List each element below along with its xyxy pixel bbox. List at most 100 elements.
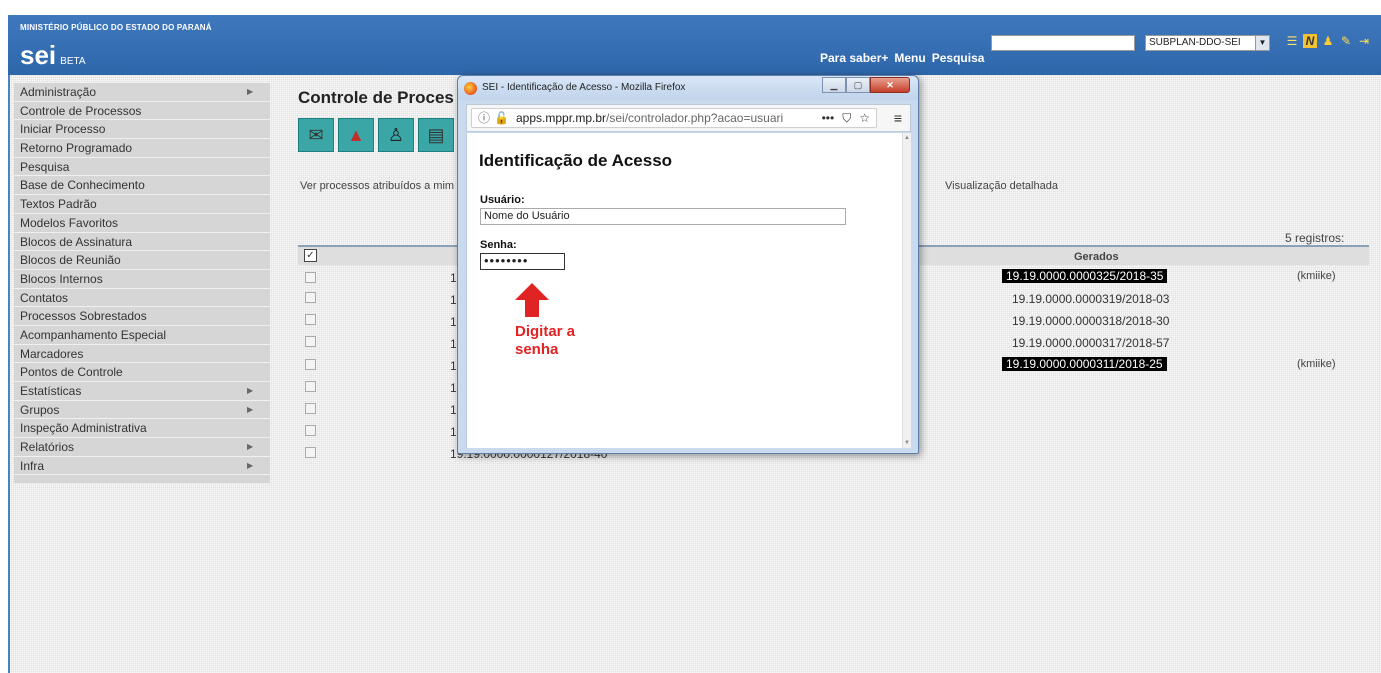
- sidebar-item-base-de-conhecimento[interactable]: Base de Conhecimento: [14, 176, 270, 196]
- sidebar-item-textos-padrao[interactable]: Textos Padrão: [14, 195, 270, 214]
- sidebar-item-iniciar-processo[interactable]: Iniciar Processo: [14, 120, 270, 140]
- org-name: MINISTÉRIO PÚBLICO DO ESTADO DO PARANÁ: [20, 23, 212, 32]
- sidebar-menu: Administração ▶ Controle de Processos Ini…: [14, 83, 270, 484]
- sidebar-item-label: Base de Conhecimento: [20, 178, 145, 193]
- pocket-icon[interactable]: ⛉: [842, 109, 851, 127]
- more-actions-icon[interactable]: •••: [822, 109, 835, 127]
- sidebar-item-retorno-programado[interactable]: Retorno Programado: [14, 139, 270, 158]
- sei-logo[interactable]: sei BETA: [20, 40, 86, 71]
- sidebar-item-label: Modelos Favoritos: [20, 215, 119, 230]
- sidebar-item-controle-de-processos[interactable]: Controle de Processos: [14, 102, 270, 121]
- sidebar-item-estatisticas[interactable]: Estatísticas ▶: [14, 382, 270, 401]
- nav-pesquisa[interactable]: Pesquisa: [932, 51, 985, 65]
- exit-icon[interactable]: ⇥: [1357, 34, 1371, 48]
- process-link[interactable]: 19.19.0000.0000319/2018-03: [1012, 292, 1169, 306]
- documents-button[interactable]: ▤: [418, 118, 454, 152]
- scroll-up-icon[interactable]: ▲: [904, 135, 910, 141]
- insecure-lock-icon[interactable]: 🔓: [494, 109, 509, 127]
- page-actions: ••• ⛉ ☆: [822, 109, 870, 127]
- user-icon[interactable]: ♟: [1321, 34, 1335, 48]
- ver-processos-link[interactable]: Ver processos atribuídos a mim: [300, 180, 454, 192]
- wrench-icon[interactable]: ✎: [1339, 34, 1353, 48]
- top-nav: Para saber+ Menu Pesquisa: [820, 51, 984, 65]
- sidebar-item-blocos-de-reuniao[interactable]: Blocos de Reunião: [14, 251, 270, 270]
- sidebar-item-modelos-favoritos[interactable]: Modelos Favoritos: [14, 214, 270, 233]
- maximize-button[interactable]: ▢: [846, 77, 870, 93]
- row-checkbox[interactable]: [305, 336, 316, 347]
- password-label: Senha:: [480, 239, 517, 251]
- sidebar-item-label: Pontos de Controle: [20, 365, 123, 380]
- process-link[interactable]: 19.19.0000.0000311/2018-25: [1002, 357, 1167, 371]
- new-document-button[interactable]: ✉: [298, 118, 334, 152]
- sidebar-item-relatorios[interactable]: Relatórios ▶: [14, 438, 270, 457]
- unit-select[interactable]: SUBPLAN-DDO-SEI ▼: [1145, 35, 1270, 51]
- sidebar-item-label: Blocos Internos: [20, 271, 103, 286]
- sidebar-item-label: Infra: [20, 458, 45, 473]
- dialog-heading: Identificação de Acesso: [479, 151, 673, 170]
- scroll-down-icon[interactable]: ▼: [904, 440, 910, 446]
- search-input[interactable]: [991, 35, 1135, 51]
- sidebar-item-blocos-de-assinatura[interactable]: Blocos de Assinatura: [14, 233, 270, 252]
- sidebar-item-label: Contatos: [20, 290, 69, 305]
- sidebar-item-processos-sobrestados[interactable]: Processos Sobrestados: [14, 307, 270, 326]
- select-all-checkbox[interactable]: ✓: [304, 249, 317, 262]
- row-checkbox[interactable]: [305, 292, 316, 303]
- minimize-button[interactable]: ▁: [822, 77, 846, 93]
- nav-para-saber[interactable]: Para saber+: [820, 51, 888, 65]
- hamburger-menu-icon[interactable]: ≡: [894, 110, 902, 126]
- list-icon[interactable]: ☰: [1285, 34, 1299, 48]
- close-button[interactable]: ✕: [870, 77, 910, 93]
- sidebar-item-inspecao-administrativa[interactable]: Inspeção Administrativa: [14, 419, 270, 439]
- firefox-icon: [464, 82, 477, 95]
- chevron-down-icon[interactable]: ▼: [1255, 36, 1269, 50]
- sidebar-item-blocos-internos[interactable]: Blocos Internos: [14, 270, 270, 289]
- info-icon[interactable]: ⓘ: [478, 109, 490, 127]
- sidebar-item-acompanhamento-especial[interactable]: Acompanhamento Especial: [14, 326, 270, 345]
- process-link[interactable]: 19.19.0000.0000325/2018-35: [1002, 269, 1168, 283]
- process-link[interactable]: 19.19.0000.0000318/2018-30: [1012, 314, 1169, 328]
- scrollbar[interactable]: ▲ ▼: [902, 133, 911, 448]
- url-field[interactable]: ⓘ 🔓 apps.mppr.mp.br/sei/controlador.php?…: [471, 108, 877, 128]
- user-field[interactable]: Nome do Usuário: [480, 208, 846, 225]
- row-checkbox[interactable]: [305, 381, 316, 392]
- sidebar-item-grupos[interactable]: Grupos ▶: [14, 401, 270, 420]
- chevron-right-icon: ▶: [247, 442, 254, 452]
- sidebar-item-label: Acompanhamento Especial: [20, 327, 167, 342]
- user-tag[interactable]: (kmiike): [1297, 270, 1336, 282]
- registros-count: 5 registros:: [1285, 231, 1345, 245]
- nav-menu[interactable]: Menu: [894, 51, 925, 65]
- star-icon[interactable]: ☆: [859, 109, 870, 127]
- password-field[interactable]: ••••••••: [480, 253, 565, 270]
- sidebar-item-label: Pesquisa: [20, 159, 70, 174]
- user-tag[interactable]: (kmiike): [1297, 358, 1336, 370]
- sidebar-item-marcadores[interactable]: Marcadores: [14, 345, 270, 364]
- sidebar-item-label: Inspeção Administrativa: [20, 421, 147, 436]
- sidebar-item-label: Blocos de Assinatura: [20, 234, 133, 249]
- dialog-content: Identificação de Acesso Usuário: Nome do…: [466, 133, 902, 448]
- unit-select-value: SUBPLAN-DDO-SEI: [1149, 37, 1241, 48]
- process-link[interactable]: 19.19.0000.0000317/2018-57: [1012, 336, 1169, 350]
- n-icon[interactable]: N: [1303, 34, 1317, 48]
- user-label: Usuário:: [480, 194, 525, 206]
- sidebar-item-pontos-de-controle[interactable]: Pontos de Controle: [14, 363, 270, 382]
- firefox-window: SEI - Identificação de Acesso - Mozilla …: [457, 75, 919, 454]
- row-checkbox[interactable]: [305, 403, 316, 414]
- sidebar-item-pesquisa[interactable]: Pesquisa: [14, 158, 270, 177]
- row-checkbox[interactable]: [305, 359, 316, 370]
- assign-process-button[interactable]: ♙: [378, 118, 414, 152]
- url-bar: ⓘ 🔓 apps.mppr.mp.br/sei/controlador.php?…: [466, 104, 911, 132]
- person-icon: ♙: [387, 124, 405, 145]
- window-titlebar[interactable]: SEI - Identificação de Acesso - Mozilla …: [458, 76, 918, 100]
- row-checkbox[interactable]: [305, 272, 316, 283]
- sidebar-item-infra[interactable]: Infra ▶: [14, 457, 270, 476]
- row-checkbox[interactable]: [305, 314, 316, 325]
- send-process-button[interactable]: ▲: [338, 118, 374, 152]
- sidebar-item-contatos[interactable]: Contatos: [14, 289, 270, 308]
- chevron-right-icon: ▶: [247, 87, 254, 96]
- sidebar-item-administracao[interactable]: Administração ▶: [14, 83, 270, 102]
- visualizacao-detalhada-link[interactable]: Visualização detalhada: [945, 180, 1058, 192]
- sidebar-item-label: Textos Padrão: [20, 197, 97, 212]
- row-checkbox[interactable]: [305, 447, 316, 458]
- row-checkbox[interactable]: [305, 425, 316, 436]
- chevron-right-icon: ▶: [247, 404, 254, 414]
